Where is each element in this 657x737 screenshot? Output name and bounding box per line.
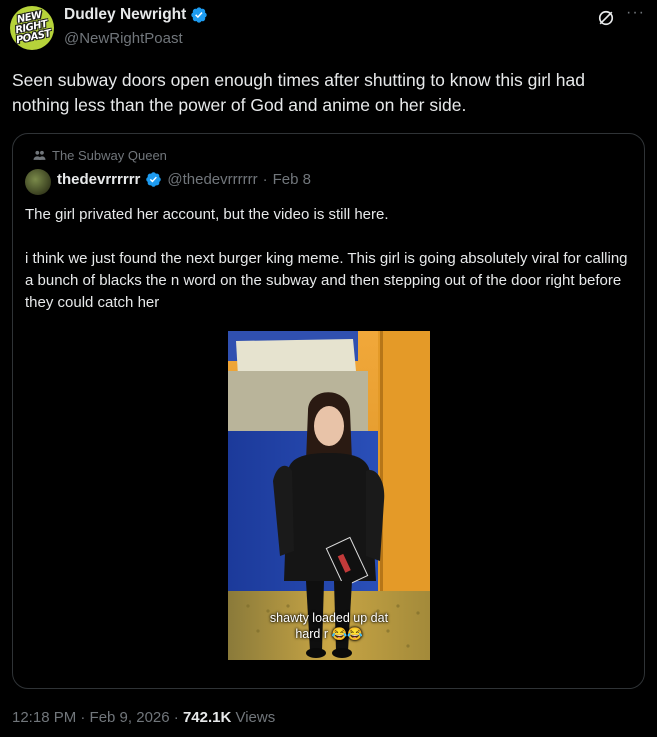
author-name[interactable]: Dudley Newright: [64, 6, 186, 24]
quote-paragraph: The girl privated her account, but the v…: [25, 206, 389, 223]
quote-header: thedevrrrrrr @thedevrrrrrr · Feb 8: [57, 171, 311, 188]
post-text: Seen subway doors open enough times afte…: [12, 70, 585, 115]
post-footer: 12:18 PM · Feb 9, 2026 · 742.1K Views: [12, 709, 275, 726]
community-name: The Subway Queen: [52, 148, 167, 163]
social-context[interactable]: The Subway Queen: [33, 148, 167, 163]
dot-separator: ·: [262, 171, 268, 188]
more-icon[interactable]: ···: [626, 4, 645, 22]
author-name-row[interactable]: Dudley Newright: [64, 6, 208, 24]
quote-author-name[interactable]: thedevrrrrrr: [57, 171, 140, 188]
quote-author-avatar[interactable]: [25, 169, 51, 195]
quote-date[interactable]: Feb 8: [273, 171, 311, 188]
post-timestamp[interactable]: 12:18 PM · Feb 9, 2026 ·: [12, 709, 183, 726]
quote-author-handle[interactable]: @thedevrrrrrr: [167, 171, 257, 188]
views-label: Views: [231, 709, 276, 726]
quote-text: The girl privated her account, but the v…: [25, 204, 630, 314]
verified-badge-icon: [146, 172, 162, 187]
community-icon: [33, 150, 46, 160]
author-avatar[interactable]: NEW RIGHT POAST: [10, 6, 54, 50]
views-count: 742.1K: [182, 709, 232, 726]
avatar-logo: NEW RIGHT POAST: [14, 9, 53, 47]
grok-icon[interactable]: [596, 8, 616, 28]
verified-badge-icon: [191, 7, 207, 23]
quoted-post[interactable]: The Subway Queen thedevrrrrrr @thedevrrr…: [12, 133, 645, 689]
quote-paragraph: i think we just found the next burger ki…: [25, 250, 628, 311]
author-handle[interactable]: @NewRightPoast: [64, 30, 183, 47]
video-thumbnail[interactable]: shawty loaded up dat hard r 😂😂: [228, 331, 430, 660]
video-caption: shawty loaded up dat hard r 😂😂: [269, 611, 389, 641]
